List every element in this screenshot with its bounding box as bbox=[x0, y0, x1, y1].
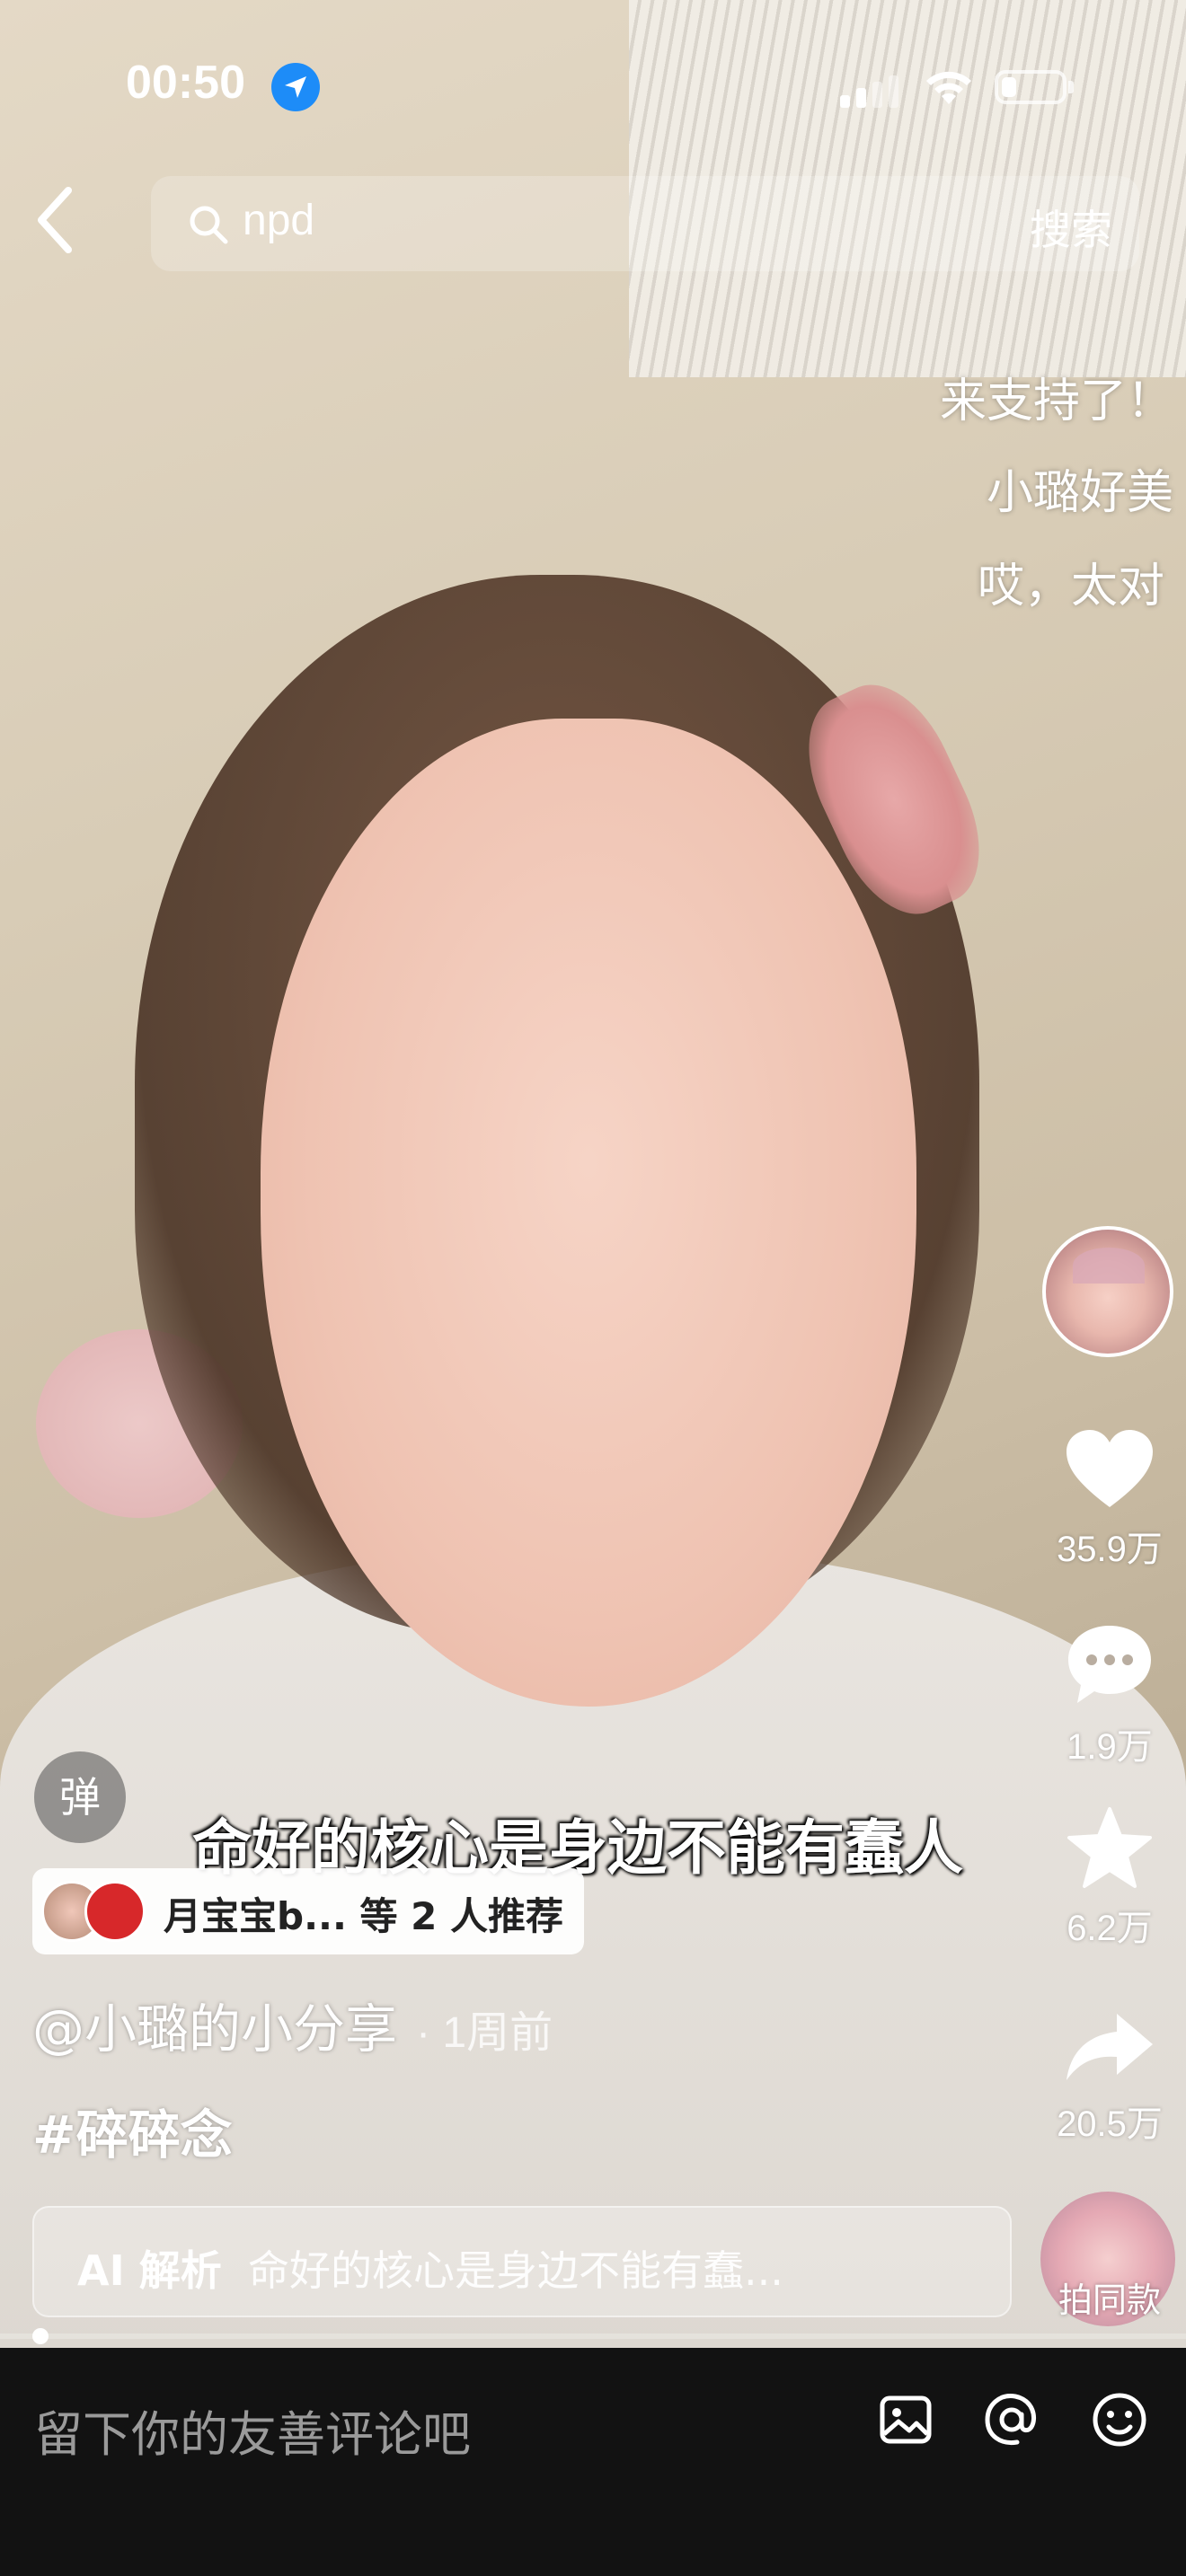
search-input[interactable]: npd bbox=[243, 196, 314, 245]
danmaku-comment: 来支持了！ bbox=[940, 375, 1174, 428]
back-button[interactable] bbox=[27, 180, 99, 269]
like-button[interactable]: 35.9万 bbox=[1033, 1428, 1186, 1572]
battery-tip bbox=[1068, 81, 1074, 93]
signal-icon bbox=[840, 75, 898, 108]
status-bar: 00:50 bbox=[0, 0, 1186, 162]
search-bar[interactable]: npd 搜索 bbox=[151, 176, 1139, 271]
comment-bar: 留下你的友善评论吧 bbox=[0, 2348, 1186, 2576]
like-count: 35.9万 bbox=[1057, 1530, 1163, 1569]
image-icon[interactable] bbox=[877, 2391, 934, 2448]
share-count: 20.5万 bbox=[1057, 2104, 1163, 2144]
search-icon bbox=[190, 206, 228, 244]
video-progress-bar[interactable] bbox=[0, 2333, 1186, 2339]
author-row: @小璐的小分享 · 1周前 bbox=[32, 1987, 553, 2062]
battery-icon bbox=[995, 70, 1067, 104]
search-button[interactable]: 搜索 bbox=[1030, 198, 1112, 257]
author-name[interactable]: @小璐的小分享 bbox=[32, 1998, 397, 2060]
shoot-same-label[interactable]: 拍同款 bbox=[1033, 2272, 1186, 2322]
recommender-avatar bbox=[84, 1881, 146, 1942]
recommenders-text: 月宝宝b... 等 2 人推荐 bbox=[164, 1894, 564, 1938]
danmaku-toggle-button[interactable]: 弹 bbox=[34, 1751, 126, 1843]
video-progress-handle[interactable] bbox=[32, 2328, 49, 2344]
chevron-left-icon bbox=[38, 187, 72, 253]
location-arrow-icon bbox=[271, 63, 320, 111]
ai-analysis-text: 命好的核心是身边不能有蠢... bbox=[248, 2246, 783, 2295]
emoji-icon[interactable] bbox=[1091, 2391, 1148, 2448]
share-arrow-icon bbox=[1067, 2014, 1153, 2080]
creator-avatar[interactable] bbox=[1042, 1226, 1173, 1357]
favorite-button[interactable]: 6.2万 bbox=[1033, 1805, 1186, 1951]
status-time: 00:50 bbox=[126, 57, 245, 109]
recommenders-pill[interactable]: 月宝宝b... 等 2 人推荐 bbox=[32, 1868, 584, 1954]
heart-icon bbox=[1067, 1430, 1153, 1507]
video-screen[interactable]: 00:50 npd 搜索 来支持了！ 小璐好美 哎，太对 35.9万 1.9万 … bbox=[0, 0, 1186, 2576]
ai-analysis-label: AI 解析 bbox=[77, 2246, 222, 2295]
danmaku-comment: 哎，太对 bbox=[978, 560, 1165, 613]
star-icon bbox=[1067, 1807, 1152, 1888]
favorite-count: 6.2万 bbox=[1067, 1909, 1153, 1948]
comment-input[interactable]: 留下你的友善评论吧 bbox=[34, 2395, 471, 2466]
comment-button[interactable]: 1.9万 bbox=[1033, 1622, 1186, 1769]
comment-bubble-icon bbox=[1068, 1626, 1151, 1703]
video-person-face bbox=[261, 719, 916, 1707]
post-time: · 1周前 bbox=[416, 2009, 553, 2057]
ai-analysis-bar[interactable]: AI 解析 命好的核心是身边不能有蠢... bbox=[32, 2206, 1012, 2317]
share-button[interactable]: 20.5万 bbox=[1033, 2008, 1186, 2147]
at-mention-icon[interactable] bbox=[983, 2391, 1040, 2448]
hashtag-link[interactable]: #碎碎念 bbox=[32, 2093, 233, 2168]
danmaku-comment: 小璐好美 bbox=[987, 466, 1174, 520]
wifi-icon bbox=[926, 71, 971, 104]
comment-count: 1.9万 bbox=[1067, 1727, 1153, 1767]
